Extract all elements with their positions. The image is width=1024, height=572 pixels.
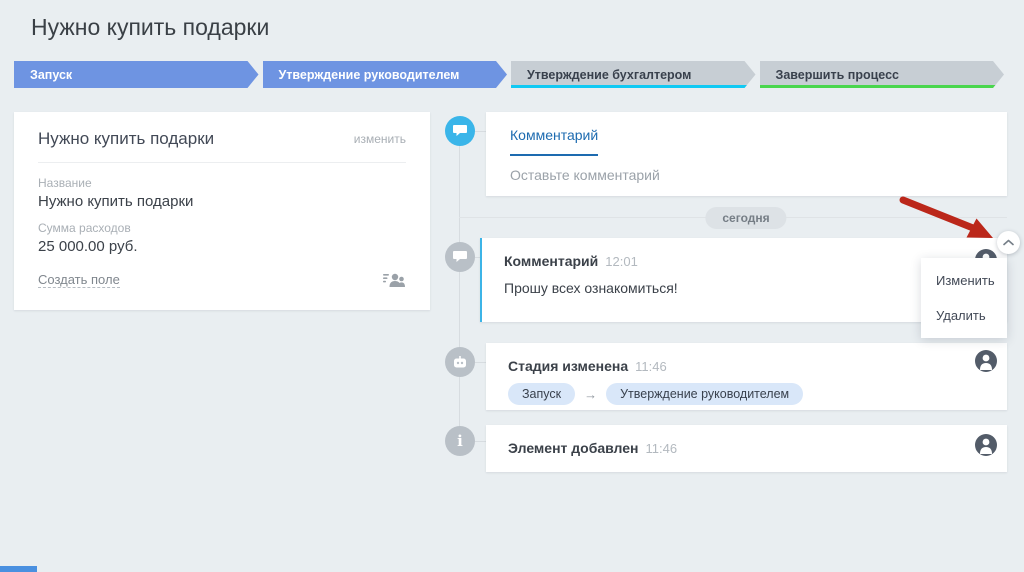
field-value: 25 000.00 руб. <box>38 238 138 255</box>
entry-title: Стадия изменена <box>508 358 629 374</box>
entry-context-menu: Изменить Удалить <box>921 258 1007 338</box>
entry-time: 11:46 <box>645 441 678 456</box>
stage-zavershit-process[interactable]: Завершить процесс <box>760 61 1005 88</box>
comment-text: Прошу всех ознакомиться! <box>504 280 678 296</box>
participants-icon[interactable] <box>383 272 406 288</box>
comment-bubble-icon <box>445 116 475 146</box>
chevron-up-icon[interactable] <box>997 231 1020 254</box>
connector <box>475 362 486 363</box>
field-label: Сумма расходов <box>38 221 131 235</box>
tab-comment[interactable]: Комментарий <box>510 127 599 156</box>
stage-bar: Запуск Утверждение руководителем Утвержд… <box>14 61 1004 88</box>
process-detail-page: Нужно купить подарки Запуск Утверждение … <box>0 0 1024 572</box>
stage-edge-green <box>760 85 1005 88</box>
field-value: Нужно купить подарки <box>38 193 194 210</box>
create-field-link[interactable]: Создать поле <box>38 272 120 288</box>
timeline-entry-stage-change: Стадия изменена 11:46 Запуск → Утвержден… <box>486 343 1007 410</box>
stage-label: Утверждение руководителем <box>278 67 460 82</box>
entry-time: 12:01 <box>605 254 638 269</box>
menu-item-edit[interactable]: Изменить <box>921 263 1007 298</box>
menu-item-delete[interactable]: Удалить <box>921 298 1007 333</box>
field-amount: Сумма расходов 25 000.00 руб. <box>38 221 406 255</box>
stage-label: Завершить процесс <box>775 67 899 82</box>
person-avatar-icon <box>975 350 997 372</box>
comment-bubble-icon <box>445 242 475 272</box>
stage-edge-cyan <box>511 85 756 88</box>
stage-utverzhdenie-rukovoditelem[interactable]: Утверждение руководителем <box>263 61 508 88</box>
timeline-rail <box>459 131 460 441</box>
stage-label: Утверждение бухгалтером <box>527 67 692 82</box>
info-icon: i <box>445 426 475 456</box>
stage-utverzhdenie-buhgalterom[interactable]: Утверждение бухгалтером <box>511 61 756 88</box>
bottom-scroll-indicator <box>0 566 37 572</box>
comment-composer-card: Комментарий Оставьте комментарий <box>486 112 1007 196</box>
edit-link[interactable]: изменить <box>354 132 406 146</box>
date-badge: сегодня <box>705 207 787 229</box>
field-label: Название <box>38 176 92 190</box>
entry-title: Элемент добавлен <box>508 440 639 456</box>
stage-from-pill: Запуск <box>508 383 576 405</box>
field-name: Название Нужно купить подарки <box>38 176 406 210</box>
comment-input[interactable]: Оставьте комментарий <box>486 156 1007 183</box>
connector <box>475 131 486 132</box>
person-avatar-icon <box>975 434 997 456</box>
stage-label: Запуск <box>30 67 73 82</box>
stage-zapusk[interactable]: Запуск <box>14 61 259 88</box>
entry-title: Комментарий <box>504 253 599 269</box>
arrow-right-icon: → <box>584 386 598 402</box>
timeline-entry-element-added: Элемент добавлен 11:46 <box>486 425 1007 472</box>
details-card-title: Нужно купить подарки <box>38 129 215 148</box>
details-card: Нужно купить подарки изменить Название Н… <box>14 112 430 310</box>
connector <box>475 441 486 442</box>
page-title: Нужно купить подарки <box>31 14 270 40</box>
robot-icon <box>445 347 475 377</box>
entry-time: 11:46 <box>635 359 667 374</box>
stage-to-pill: Утверждение руководителем <box>606 383 804 405</box>
